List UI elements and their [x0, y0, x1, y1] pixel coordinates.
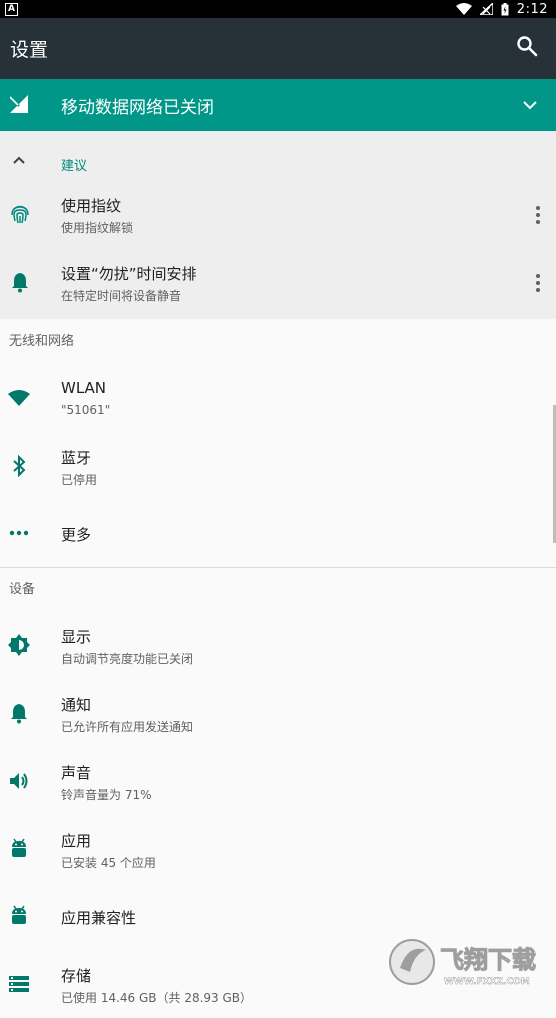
- item-title: 存储: [61, 967, 92, 985]
- settings-item-more[interactable]: 更多: [0, 500, 556, 567]
- volume-icon: [10, 773, 28, 789]
- chevron-down-icon[interactable]: [522, 97, 538, 113]
- search-icon[interactable]: [516, 35, 538, 57]
- item-subtitle: 自动调节亮度功能已关闭: [61, 652, 194, 666]
- notification-a-icon: A: [5, 3, 18, 16]
- settings-item-bluetooth[interactable]: 蓝牙 已停用: [0, 433, 556, 500]
- suggestion-subtitle: 在特定时间将设备静音: [61, 289, 182, 303]
- item-title: 应用: [61, 832, 92, 850]
- bell-icon: [12, 273, 28, 293]
- item-title: WLAN: [61, 379, 107, 397]
- item-title: 通知: [61, 696, 92, 714]
- bell-icon: [11, 704, 27, 724]
- item-subtitle: "51061": [61, 403, 111, 417]
- watermark-url: WWW.FXXZ.COM: [444, 977, 530, 987]
- item-title: 蓝牙: [61, 449, 92, 467]
- status-bar: A 2:12: [0, 0, 556, 18]
- mobile-data-banner[interactable]: 移动数据网络已关闭: [0, 79, 556, 131]
- no-signal-icon: [479, 3, 493, 15]
- settings-item-display[interactable]: 显示 自动调节亮度功能已关闭: [0, 612, 556, 679]
- brightness-icon: [8, 634, 30, 656]
- item-subtitle: 铃声音量为 71%: [61, 788, 152, 802]
- mobile-data-off-icon: [10, 95, 28, 113]
- more-vert-icon[interactable]: [536, 274, 540, 292]
- bluetooth-icon: [13, 455, 26, 477]
- more-horiz-icon: [9, 530, 29, 536]
- suggestion-title: 使用指纹: [61, 197, 122, 215]
- settings-item-apps[interactable]: 应用 已安装 45 个应用: [0, 816, 556, 883]
- item-subtitle: 已停用: [61, 473, 98, 487]
- section-divider: [0, 567, 556, 568]
- suggestion-subtitle: 使用指纹解锁: [61, 221, 134, 235]
- battery-icon: [501, 2, 509, 15]
- suggestions-panel: 建议 使用指纹 使用指纹解锁 设置“勿扰”时间安排 在特定时间将设备静音: [0, 131, 556, 319]
- item-title: 应用兼容性: [61, 909, 137, 927]
- status-icons: 2:12: [455, 0, 548, 18]
- item-title: 显示: [61, 628, 92, 646]
- suggestion-dnd[interactable]: 设置“勿扰”时间安排 在特定时间将设备静音: [0, 250, 556, 317]
- android-icon: [12, 905, 26, 924]
- section-title-wireless: 无线和网络: [9, 334, 75, 349]
- chevron-up-icon: [13, 156, 25, 164]
- suggestion-fingerprint[interactable]: 使用指纹 使用指纹解锁: [0, 182, 556, 249]
- item-subtitle: 已安装 45 个应用: [61, 856, 156, 870]
- banner-text: 移动数据网络已关闭: [61, 98, 214, 118]
- storage-icon: [9, 976, 29, 992]
- settings-item-notifications[interactable]: 通知 已允许所有应用发送通知: [0, 680, 556, 747]
- suggestion-title: 设置“勿扰”时间安排: [61, 265, 197, 283]
- item-title: 声音: [61, 764, 92, 782]
- android-icon: [12, 838, 26, 857]
- settings-item-sound[interactable]: 声音 铃声音量为 71%: [0, 748, 556, 815]
- wifi-status-icon: [455, 3, 472, 15]
- item-title: 更多: [61, 526, 92, 544]
- suggestions-header[interactable]: 建议: [0, 131, 556, 185]
- watermark-logo: 飞翔下载 WWW.FXXZ.COM: [389, 939, 537, 987]
- clock: 2:12: [516, 1, 548, 17]
- more-vert-icon[interactable]: [536, 206, 540, 224]
- page-title: 设置: [10, 39, 49, 61]
- app-toolbar: 设置: [0, 18, 556, 79]
- fingerprint-icon: [11, 205, 29, 224]
- watermark-brand: 飞翔下载: [440, 946, 536, 974]
- wifi-icon: [8, 390, 30, 406]
- settings-item-wlan[interactable]: WLAN "51061": [0, 365, 556, 432]
- suggestions-label: 建议: [61, 159, 88, 174]
- item-subtitle: 已使用 14.46 GB（共 28.93 GB）: [61, 991, 253, 1005]
- section-title-device: 设备: [9, 582, 36, 597]
- item-subtitle: 已允许所有应用发送通知: [61, 720, 194, 734]
